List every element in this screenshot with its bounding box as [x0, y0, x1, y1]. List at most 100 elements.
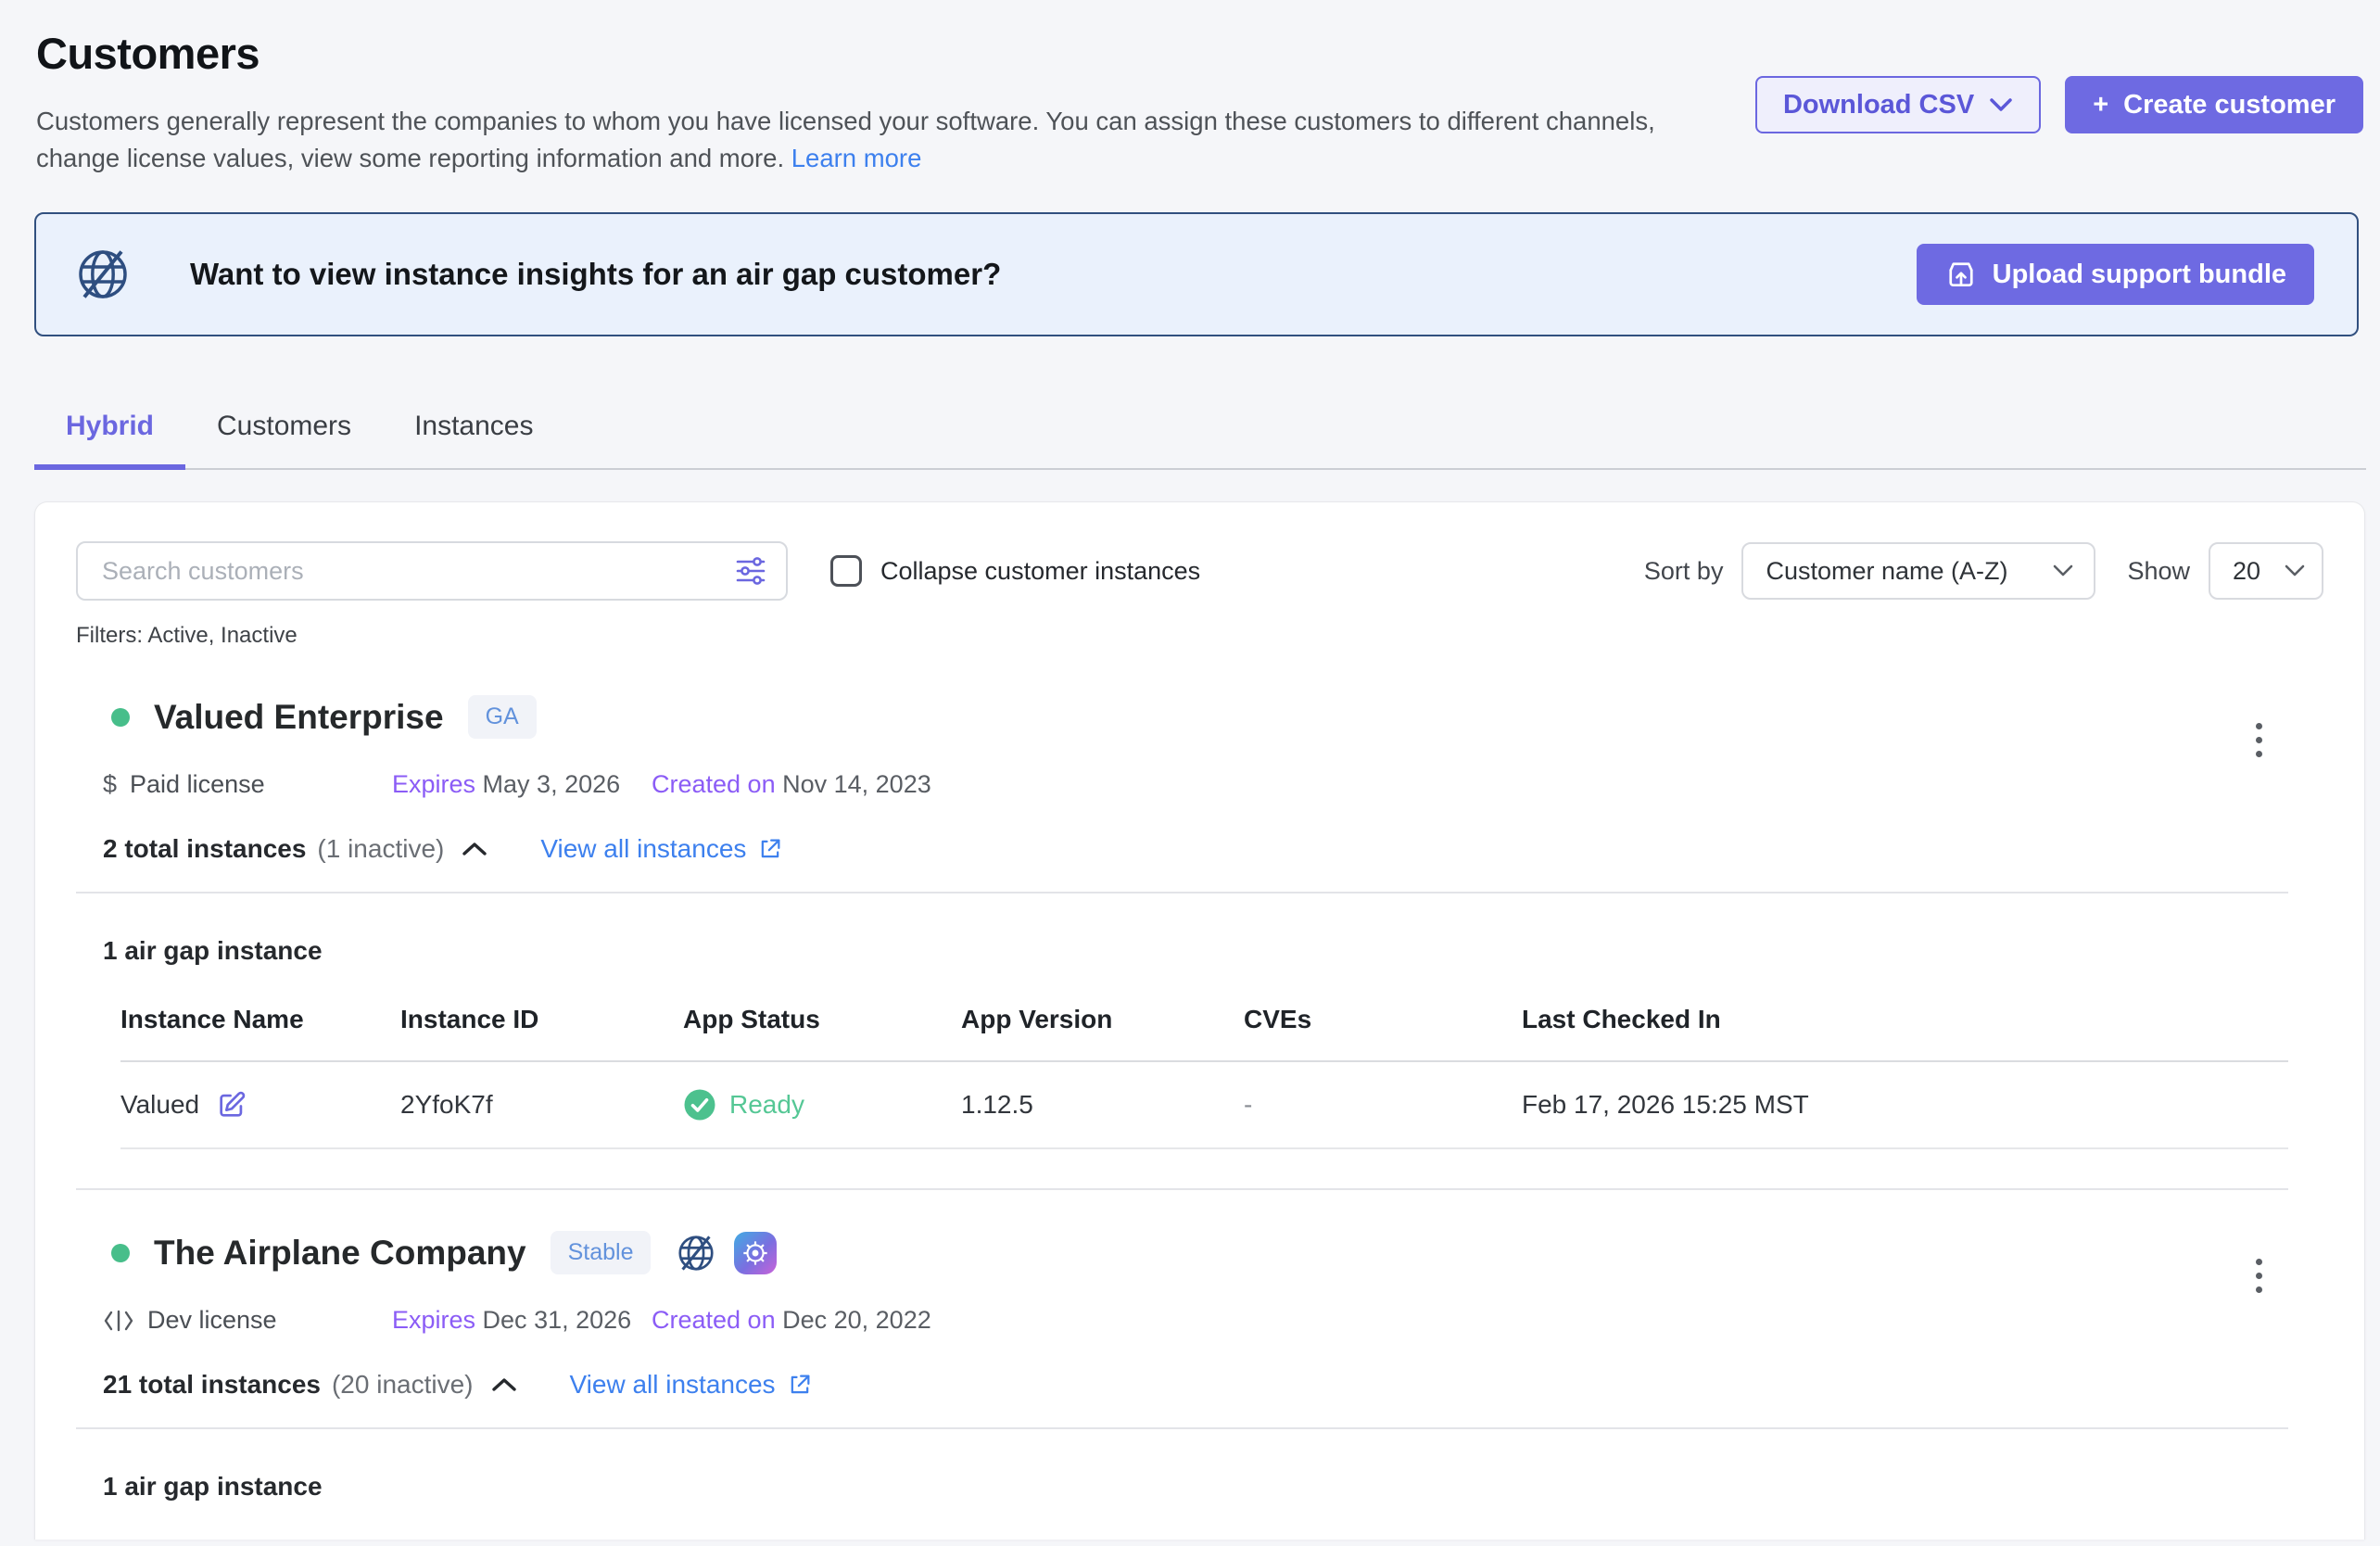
license-type-label: Paid license: [130, 770, 265, 799]
customer-header: The Airplane Company Stable: [76, 1231, 2323, 1274]
total-instances-text: 2 total instances: [103, 834, 306, 864]
show-value: 20: [2233, 557, 2260, 586]
customer-header: Valued Enterprise GA: [76, 695, 2323, 739]
tab-instances[interactable]: Instances: [383, 398, 564, 468]
download-csv-label: Download CSV: [1783, 90, 1974, 120]
page-title: Customers: [36, 28, 1704, 79]
instance-name-cell: Valued: [120, 1089, 400, 1121]
expires-label: Expires: [392, 770, 475, 798]
view-all-instances-link[interactable]: View all instances: [570, 1370, 813, 1400]
customer-divider: [76, 1188, 2288, 1190]
tab-hybrid[interactable]: Hybrid: [34, 398, 185, 470]
total-instances-text: 21 total instances: [103, 1370, 321, 1400]
customer-name[interactable]: The Airplane Company: [154, 1234, 526, 1273]
instance-name: Valued: [120, 1090, 199, 1120]
customer-name[interactable]: Valued Enterprise: [154, 698, 444, 737]
airgap-banner: Want to view instance insights for an ai…: [34, 212, 2359, 336]
edit-icon[interactable]: [216, 1089, 247, 1121]
col-last-checked-in: Last Checked In: [1522, 1005, 2288, 1034]
customer-meta-row: Dev license Expires Dec 31, 2026 Created…: [76, 1306, 2323, 1335]
customer-menu-button[interactable]: [2248, 716, 2270, 765]
channel-badge: GA: [468, 695, 537, 739]
sort-area: Sort by Customer name (A-Z) Show 20: [1644, 542, 2323, 600]
dollar-icon: $: [103, 770, 117, 799]
page-header: Customers Customers generally represent …: [0, 0, 2380, 177]
collapse-instances-control[interactable]: Collapse customer instances: [830, 555, 1200, 587]
customer-menu-button[interactable]: [2248, 1251, 2270, 1300]
created-on-value: Nov 14, 2023: [782, 770, 931, 798]
customer-card-valued-enterprise: Valued Enterprise GA $ Paid license Expi…: [76, 695, 2323, 1190]
license-type: $ Paid license: [103, 770, 392, 799]
last-checked-in: Feb 17, 2026 15:25 MST: [1522, 1090, 2288, 1120]
install-type-icons: [675, 1232, 777, 1274]
instances-summary-row: 21 total instances (20 inactive) View al…: [76, 1370, 2323, 1400]
upload-support-bundle-label: Upload support bundle: [1993, 260, 2286, 290]
header-actions: Download CSV + Create customer: [1755, 76, 2363, 177]
external-link-icon: [787, 1372, 813, 1398]
inactive-instances-text: (20 inactive): [332, 1370, 474, 1400]
customer-meta-row: $ Paid license Expires May 3, 2026 Creat…: [76, 770, 2323, 799]
learn-more-link[interactable]: Learn more: [791, 144, 922, 172]
license-created: Created on Dec 20, 2022: [652, 1306, 931, 1335]
col-app-status: App Status: [683, 1005, 961, 1034]
expires-label: Expires: [392, 1306, 475, 1334]
license-expiry: Expires Dec 31, 2026: [392, 1306, 652, 1335]
section-divider: [76, 1427, 2288, 1429]
sort-by-select[interactable]: Customer name (A-Z): [1741, 542, 2095, 600]
external-link-icon: [757, 836, 783, 862]
search-input[interactable]: [76, 541, 788, 601]
chevron-down-icon: [1989, 97, 2013, 112]
globe-slash-icon: [675, 1232, 717, 1274]
expires-value: Dec 31, 2026: [483, 1306, 632, 1334]
license-expiry: Expires May 3, 2026: [392, 770, 652, 799]
app-status-cell: Ready: [683, 1088, 961, 1121]
chevron-down-icon: [2285, 564, 2305, 577]
upload-icon: [1944, 258, 1978, 291]
instances-summary-row: 2 total instances (1 inactive) View all …: [76, 834, 2323, 864]
active-status-dot: [111, 1244, 130, 1262]
active-status-dot: [111, 708, 130, 727]
active-filters-text: Filters: Active, Inactive: [76, 623, 2323, 649]
chevron-down-icon: [2053, 564, 2073, 577]
search-wrap: [76, 541, 788, 601]
banner-message: Want to view instance insights for an ai…: [190, 257, 1001, 292]
col-cves: CVEs: [1244, 1005, 1522, 1034]
show-select[interactable]: 20: [2209, 542, 2323, 600]
customers-panel: Collapse customer instances Sort by Cust…: [34, 501, 2365, 1540]
sort-by-label: Sort by: [1644, 557, 1724, 586]
col-instance-name: Instance Name: [120, 1005, 400, 1034]
globe-slash-icon: [73, 245, 133, 304]
page-header-text: Customers Customers generally represent …: [36, 28, 1704, 177]
created-on-value: Dec 20, 2022: [782, 1306, 931, 1334]
kubernetes-helm-icon: [734, 1232, 777, 1274]
show-label: Show: [2127, 557, 2190, 586]
view-all-instances-link[interactable]: View all instances: [540, 834, 783, 864]
app-status: Ready: [729, 1090, 804, 1120]
instance-row: Valued 2YfoK7f Ready: [120, 1062, 2288, 1149]
instances-table-header: Instance Name Instance ID App Status App…: [120, 1005, 2288, 1062]
cves-value: -: [1244, 1090, 1522, 1120]
collapse-toggle-chevron-up-icon[interactable]: [461, 841, 488, 857]
collapse-toggle-chevron-up-icon[interactable]: [490, 1376, 518, 1393]
download-csv-button[interactable]: Download CSV: [1755, 76, 2041, 133]
inactive-instances-text: (1 inactive): [317, 834, 444, 864]
instances-table: Instance Name Instance ID App Status App…: [120, 1005, 2288, 1149]
instance-id: 2YfoK7f: [400, 1090, 683, 1120]
create-customer-button[interactable]: + Create customer: [2065, 76, 2363, 133]
collapse-instances-checkbox[interactable]: [830, 555, 862, 587]
license-type: Dev license: [103, 1306, 392, 1335]
col-instance-id: Instance ID: [400, 1005, 683, 1034]
filter-sliders-icon[interactable]: [734, 555, 767, 587]
col-app-version: App Version: [961, 1005, 1244, 1034]
airgap-instance-heading: 1 air gap instance: [76, 936, 2323, 966]
toolbar: Collapse customer instances Sort by Cust…: [76, 541, 2323, 601]
view-all-instances-label: View all instances: [540, 834, 746, 864]
upload-support-bundle-button[interactable]: Upload support bundle: [1917, 244, 2314, 305]
section-divider: [76, 892, 2288, 893]
created-on-label: Created on: [652, 1306, 776, 1334]
tab-customers[interactable]: Customers: [185, 398, 383, 468]
created-on-label: Created on: [652, 770, 776, 798]
channel-badge: Stable: [551, 1231, 652, 1274]
customer-card-airplane-company: The Airplane Company Stable: [76, 1231, 2323, 1540]
check-circle-icon: [683, 1088, 716, 1121]
